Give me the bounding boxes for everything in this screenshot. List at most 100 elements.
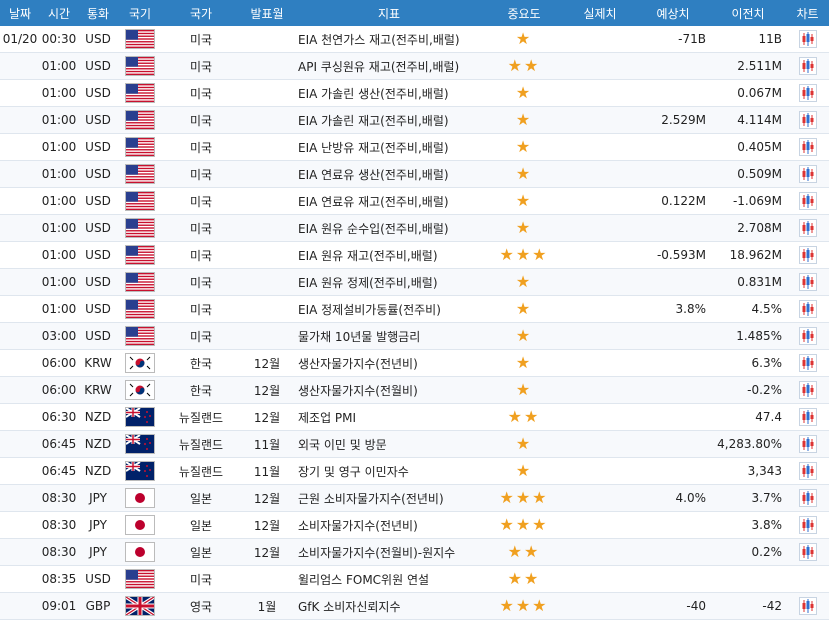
table-row[interactable]: 08:30 JPY 일본 12월 소비자물가지수(전월비)-원지수 ★★ 0.2% (0, 538, 829, 566)
us-flag-icon (125, 245, 155, 265)
flag-cell (118, 214, 162, 242)
chart-icon[interactable] (798, 408, 817, 426)
actual-cell (564, 268, 636, 296)
table-row[interactable]: 01/20 00:30 USD 미국 EIA 천연가스 재고(전주비,배럴) ★ -71B 1… (0, 26, 829, 53)
period-cell: 1월 (240, 592, 294, 620)
table-row[interactable]: 01:00 USD 미국 EIA 원유 재고(전주비,배럴) ★★★ -0.593M 18.… (0, 241, 829, 269)
col-currency-header[interactable]: 통화 (78, 0, 118, 26)
table-row[interactable]: 01:00 USD 미국 EIA 원유 정제(전주비,배럴) ★ 0.831M (0, 268, 829, 296)
time-cell: 08:35 (40, 565, 78, 593)
chart-icon[interactable] (798, 597, 817, 615)
star-icon: ★★ (507, 569, 541, 588)
col-time-header[interactable]: 시간 (40, 0, 78, 26)
time-cell: 01:00 (40, 106, 78, 134)
table-row[interactable]: 01:00 USD 미국 EIA 정제설비가동률(전주비) ★ 3.8% 4.5% (0, 295, 829, 323)
col-indicator-header[interactable]: 지표 (294, 0, 484, 26)
table-row[interactable]: 06:45 NZD 뉴질랜드 11월 외국 이민 및 방문 ★ 4,283.80% (0, 430, 829, 458)
previous-cell: -42 (710, 592, 786, 620)
col-actual-header[interactable]: 실제치 (564, 0, 636, 26)
table-row[interactable]: 06:30 NZD 뉴질랜드 12월 제조업 PMI ★★ 47.4 (0, 403, 829, 431)
table-row[interactable]: 01:00 USD 미국 EIA 원유 순수입(전주비,배럴) ★ 2.708M (0, 214, 829, 242)
chart-cell (786, 592, 829, 620)
table-row[interactable]: 01:00 USD 미국 EIA 가솔린 생산(전주비,배럴) ★ 0.067M (0, 79, 829, 107)
col-previous-header[interactable]: 이전치 (710, 0, 786, 26)
time-cell: 01:00 (40, 241, 78, 269)
chart-icon[interactable] (798, 192, 817, 210)
chart-icon[interactable] (798, 435, 817, 453)
star-icon: ★ (515, 380, 533, 399)
star-icon: ★ (515, 272, 533, 291)
forecast-cell (636, 52, 710, 80)
chart-cell (786, 295, 829, 323)
table-row[interactable]: 09:01 GBP 영국 1월 GfK 소비자신뢰지수 ★★★ -40 -42 (0, 592, 829, 620)
chart-icon[interactable] (798, 30, 817, 48)
chart-cell (786, 106, 829, 134)
forecast-cell (636, 457, 710, 485)
chart-icon[interactable] (798, 327, 817, 345)
chart-cell (786, 511, 829, 539)
us-flag-icon (125, 218, 155, 238)
star-icon: ★★ (507, 56, 541, 75)
table-row[interactable]: 06:45 NZD 뉴질랜드 11월 장기 및 영구 이민자수 ★ 3,343 (0, 457, 829, 485)
table-row[interactable]: 08:30 JPY 일본 12월 소비자물가지수(전년비) ★★★ 3.8% (0, 511, 829, 539)
date-cell (0, 403, 40, 431)
chart-icon[interactable] (798, 273, 817, 291)
col-forecast-header[interactable]: 예상치 (636, 0, 710, 26)
col-flag-header[interactable]: 국기 (118, 0, 162, 26)
table-row[interactable]: 03:00 USD 미국 물가채 10년물 발행금리 ★ 1.485% (0, 322, 829, 350)
chart-icon[interactable] (798, 84, 817, 102)
currency-cell: USD (78, 295, 118, 323)
importance-cell: ★ (484, 430, 564, 458)
chart-icon[interactable] (798, 381, 817, 399)
table-row[interactable]: 01:00 USD 미국 EIA 난방유 재고(전주비,배럴) ★ 0.405M (0, 133, 829, 161)
chart-icon[interactable] (798, 57, 817, 75)
period-cell (240, 160, 294, 188)
chart-icon[interactable] (798, 138, 817, 156)
col-period-header[interactable]: 발표월 (240, 0, 294, 26)
chart-icon[interactable] (798, 219, 817, 237)
us-flag-icon (125, 164, 155, 184)
table-row[interactable]: 08:35 USD 미국 윌리엄스 FOMC위원 연설 ★★ (0, 565, 829, 593)
col-chart-header[interactable]: 차트 (786, 0, 829, 26)
table-row[interactable]: 06:00 KRW 한국 12월 생산자물가지수(전년비) ★ 6.3% (0, 349, 829, 377)
table-row[interactable]: 01:00 USD 미국 EIA 연료유 재고(전주비,배럴) ★ 0.122M -1.06… (0, 187, 829, 215)
table-row[interactable]: 08:30 JPY 일본 12월 근원 소비자물가지수(전년비) ★★★ 4.0% 3.7% (0, 484, 829, 512)
chart-cell (786, 214, 829, 242)
col-date-header[interactable]: 날짜 (0, 0, 40, 26)
chart-cell (786, 565, 829, 593)
chart-icon[interactable] (798, 462, 817, 480)
chart-icon[interactable] (798, 516, 817, 534)
table-row[interactable]: 01:00 USD 미국 API 쿠싱원유 재고(전주비,배럴) ★★ 2.511M (0, 52, 829, 80)
actual-cell (564, 538, 636, 566)
date-cell (0, 511, 40, 539)
country-cell: 영국 (162, 592, 240, 620)
chart-icon[interactable] (798, 489, 817, 507)
flag-cell (118, 484, 162, 512)
period-cell: 12월 (240, 376, 294, 404)
col-importance-header[interactable]: 중요도 (484, 0, 564, 26)
actual-cell (564, 457, 636, 485)
date-cell (0, 187, 40, 215)
forecast-cell (636, 133, 710, 161)
chart-icon[interactable] (798, 246, 817, 264)
flag-cell (118, 322, 162, 350)
indicator-cell: 소비자물가지수(전월비)-원지수 (294, 538, 484, 566)
time-cell: 01:00 (40, 295, 78, 323)
table-row[interactable]: 01:00 USD 미국 EIA 연료유 생산(전주비,배럴) ★ 0.509M (0, 160, 829, 188)
chart-icon[interactable] (798, 165, 817, 183)
period-cell (240, 565, 294, 593)
chart-icon[interactable] (798, 300, 817, 318)
chart-icon[interactable] (798, 354, 817, 372)
us-flag-icon (125, 83, 155, 103)
actual-cell (564, 565, 636, 593)
chart-icon[interactable] (798, 111, 817, 129)
col-country-header[interactable]: 국가 (162, 0, 240, 26)
period-cell (240, 52, 294, 80)
chart-icon[interactable] (798, 543, 817, 561)
table-row[interactable]: 01:00 USD 미국 EIA 가솔린 재고(전주비,배럴) ★ 2.529M 4.114… (0, 106, 829, 134)
table-row[interactable]: 06:00 KRW 한국 12월 생산자물가지수(전월비) ★ -0.2% (0, 376, 829, 404)
date-cell: 01/20 (0, 26, 40, 53)
previous-cell: 4.114M (710, 106, 786, 134)
country-cell: 뉴질랜드 (162, 403, 240, 431)
country-cell: 일본 (162, 511, 240, 539)
